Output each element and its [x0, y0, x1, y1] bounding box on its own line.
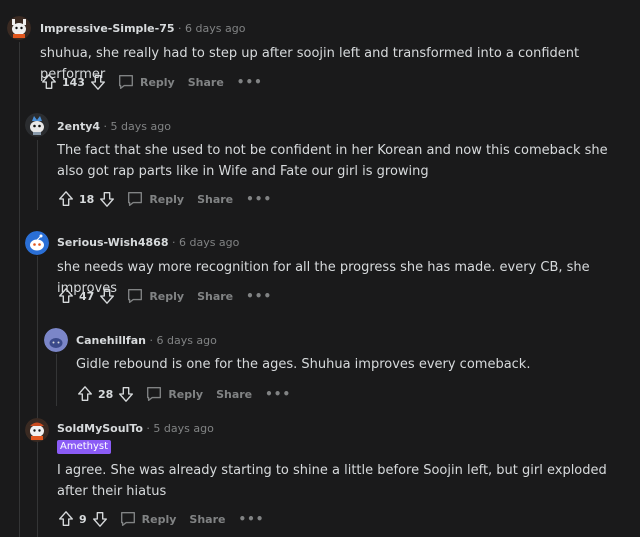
reply-label: Reply	[149, 192, 185, 206]
reply-button[interactable]: Reply	[119, 510, 177, 528]
more-options-button[interactable]: •••	[246, 289, 272, 303]
more-options-button[interactable]: •••	[238, 512, 264, 526]
timestamp[interactable]: · 6 days ago	[178, 22, 245, 35]
reply-button[interactable]: Reply	[145, 385, 203, 403]
reply-button[interactable]: Reply	[126, 287, 184, 305]
downvote-icon	[90, 75, 105, 90]
vote-count: 143	[62, 75, 85, 89]
author-name[interactable]: Serious-Wish4868	[57, 236, 168, 249]
avatar[interactable]	[25, 113, 49, 137]
snoo-avatar-icon	[25, 418, 49, 442]
downvote-button[interactable]	[91, 510, 109, 528]
snoo-avatar-icon	[44, 328, 68, 352]
comment-actions: 9 Reply Share •••	[57, 509, 264, 529]
upvote-button[interactable]	[57, 287, 75, 305]
upvote-button[interactable]	[76, 385, 94, 403]
timestamp[interactable]: · 5 days ago	[146, 422, 213, 435]
more-options-button[interactable]: •••	[265, 387, 291, 401]
share-button[interactable]: Share	[216, 388, 252, 401]
reply-label: Reply	[168, 387, 204, 401]
comment-meta: Serious-Wish4868 · 6 days ago	[57, 236, 239, 249]
snoo-avatar-icon	[25, 231, 49, 255]
comment-actions: 47 Reply Share •••	[57, 286, 272, 306]
snoo-avatar-icon	[7, 16, 31, 40]
thread-line[interactable]	[37, 442, 38, 537]
comment-actions: 28 Reply Share •••	[76, 384, 291, 404]
comment-meta: 2enty4 · 5 days ago	[57, 120, 171, 133]
author-name[interactable]: Impressive-Simple-75	[40, 22, 175, 35]
comment-bubble-icon	[120, 512, 135, 526]
avatar[interactable]	[7, 16, 31, 40]
author-name[interactable]: 2enty4	[57, 120, 100, 133]
vote-count: 9	[79, 512, 87, 526]
reply-label: Reply	[141, 512, 177, 526]
comment-meta: Canehillfan · 6 days ago	[76, 334, 217, 347]
upvote-icon	[59, 511, 73, 526]
share-button[interactable]: Share	[197, 193, 233, 206]
thread-line[interactable]	[19, 42, 20, 537]
upvote-button[interactable]	[57, 510, 75, 528]
vote-count: 28	[98, 387, 114, 401]
author-name[interactable]: Canehillfan	[76, 334, 146, 347]
timestamp[interactable]: · 5 days ago	[104, 120, 171, 133]
more-options-button[interactable]: •••	[246, 192, 272, 206]
downvote-button[interactable]	[89, 73, 107, 91]
comment-body: I agree. She was already starting to shi…	[57, 463, 607, 499]
downvote-icon	[119, 387, 134, 402]
reply-button[interactable]: Reply	[126, 190, 184, 208]
author-name[interactable]: SoldMySoulTo	[57, 422, 143, 435]
reply-label: Reply	[149, 289, 185, 303]
vote-count: 47	[79, 289, 95, 303]
comment-actions: 18 Reply Share •••	[57, 189, 272, 209]
comment-bubble-icon	[128, 192, 143, 206]
avatar[interactable]	[25, 418, 49, 442]
comment-meta: Impressive-Simple-75 · 6 days ago	[40, 22, 245, 35]
comment-body: The fact that she used to not be confide…	[57, 143, 608, 179]
downvote-button[interactable]	[117, 385, 135, 403]
snoo-avatar-icon	[25, 113, 49, 137]
timestamp[interactable]: · 6 days ago	[149, 334, 216, 347]
share-button[interactable]: Share	[189, 513, 225, 526]
comment-meta: SoldMySoulTo · 5 days ago	[57, 422, 214, 435]
downvote-button[interactable]	[98, 190, 116, 208]
reply-label: Reply	[139, 75, 175, 89]
upvote-icon	[59, 191, 73, 206]
more-options-button[interactable]: •••	[237, 75, 263, 89]
avatar[interactable]	[25, 231, 49, 255]
avatar[interactable]	[44, 328, 68, 352]
share-button[interactable]: Share	[197, 290, 233, 303]
comment-bubble-icon	[128, 289, 143, 303]
upvote-icon	[59, 288, 73, 303]
thread-line[interactable]	[37, 140, 38, 210]
user-flair: Amethyst	[57, 440, 112, 454]
comment-bubble-icon	[147, 387, 162, 401]
upvote-icon	[78, 386, 92, 401]
downvote-icon	[92, 512, 107, 527]
upvote-icon	[42, 74, 56, 89]
timestamp[interactable]: · 6 days ago	[172, 236, 239, 249]
downvote-icon	[100, 192, 115, 207]
downvote-icon	[100, 289, 115, 304]
comment-actions: 143 Reply Share •••	[40, 72, 263, 92]
downvote-button[interactable]	[98, 287, 116, 305]
vote-count: 18	[79, 192, 95, 206]
upvote-button[interactable]	[57, 190, 75, 208]
upvote-button[interactable]	[40, 73, 58, 91]
reply-button[interactable]: Reply	[117, 73, 175, 91]
share-button[interactable]: Share	[188, 76, 224, 89]
comment-bubble-icon	[118, 75, 133, 89]
thread-line[interactable]	[56, 354, 57, 406]
comment-body: Gidle rebound is one for the ages. Shuhu…	[76, 357, 531, 372]
